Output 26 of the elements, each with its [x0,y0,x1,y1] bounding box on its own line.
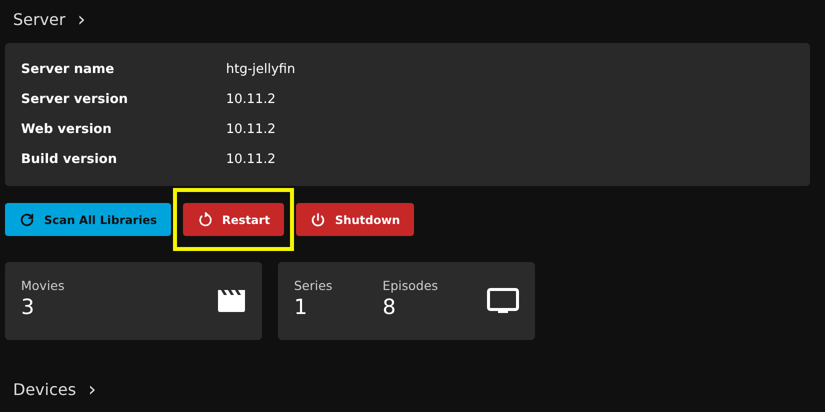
stat-label: Movies [21,278,65,293]
stat-value: 3 [21,295,36,319]
info-value: 10.11.2 [226,90,277,108]
stat-value: 8 [382,295,397,319]
power-icon [310,212,326,228]
info-value: htg-jellyfin [226,60,296,78]
scan-button[interactable]: Scan All Libraries [5,203,172,236]
section-title[interactable]: Server [13,10,66,28]
restart-icon [197,212,214,228]
info-label: Web version [21,120,113,138]
info-label: Build version [21,150,118,168]
refresh-icon [19,212,35,228]
info-label: Server name [21,60,116,78]
info-label: Server version [21,90,129,108]
chevron-icon[interactable]: › [88,379,96,399]
tv-icon [487,288,519,314]
stat-label: Episodes [382,278,438,293]
stat-label: Series [294,278,332,293]
clapperboard-icon [217,288,246,312]
shutdown-button[interactable]: Shutdown [296,203,414,236]
restart-button[interactable]: Restart [183,203,284,236]
section-title[interactable]: Devices [13,380,76,398]
stat-value: 1 [294,295,308,319]
info-value: 10.11.2 [226,150,277,168]
info-value: 10.11.2 [226,120,277,138]
chevron-icon[interactable]: › [77,9,86,29]
